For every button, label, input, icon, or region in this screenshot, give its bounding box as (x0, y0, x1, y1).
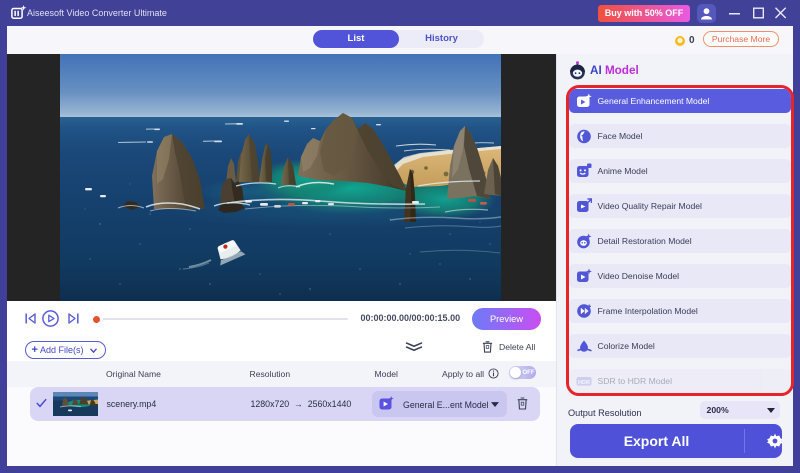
svg-text:HDR: HDR (578, 380, 590, 386)
